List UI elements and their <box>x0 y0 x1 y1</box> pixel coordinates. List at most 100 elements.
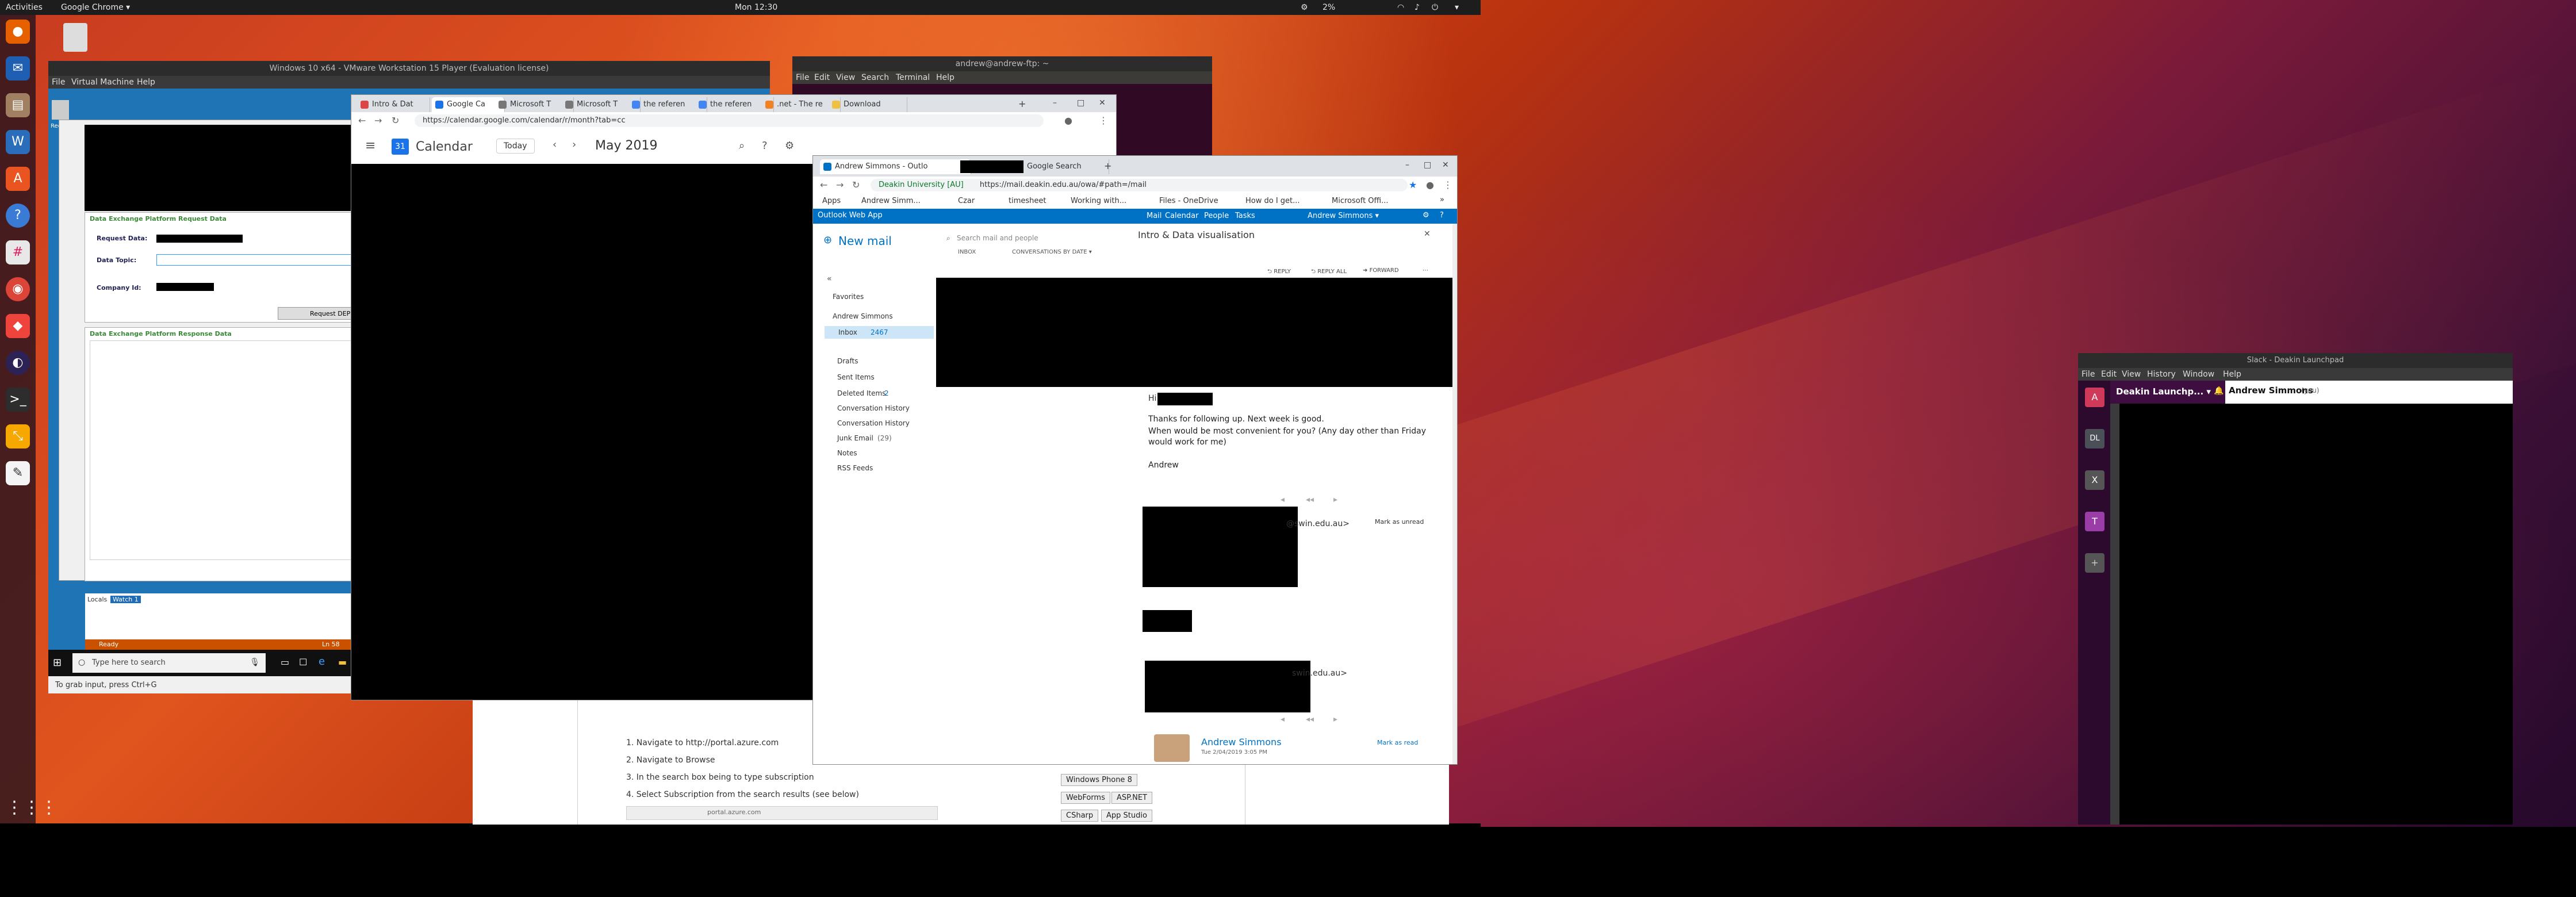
tag-webforms[interactable]: WebForms <box>1061 792 1110 804</box>
folder-sent[interactable]: Sent Items <box>837 373 875 381</box>
request-data-value[interactable] <box>156 235 243 243</box>
terminal-menu-help[interactable]: Help <box>936 73 954 82</box>
tab-calendar[interactable]: Google Ca <box>432 97 505 112</box>
sender-name[interactable]: Andrew Simmons <box>1201 737 1282 747</box>
anydesk-icon[interactable]: ◆ <box>6 314 30 338</box>
tag-aspnet[interactable]: ASP.NET <box>1111 792 1152 804</box>
owa-search-input[interactable]: Search mail and people <box>957 234 1038 242</box>
forward-arrow-icon[interactable]: ▸ <box>1333 495 1337 504</box>
reply-arrow-icon-2[interactable]: ◂ <box>1281 715 1285 724</box>
folder-inbox[interactable]: Inbox 2467 <box>825 326 934 339</box>
firefox-icon[interactable]: ● <box>6 20 30 44</box>
transform-icon[interactable]: ⤡ <box>6 424 30 448</box>
workspace-dl[interactable]: DL <box>2085 429 2104 448</box>
folder-junk[interactable]: Junk Email <box>837 434 873 442</box>
owa-settings-icon[interactable]: ⚙ <box>1423 211 1429 220</box>
next-month-icon[interactable]: › <box>572 139 576 151</box>
bookmark-onedrive[interactable]: Files - OneDrive <box>1159 197 1218 205</box>
new-tab-button[interactable]: + <box>1018 98 1026 109</box>
prev-month-icon[interactable]: ‹ <box>553 139 557 151</box>
tab-google-search[interactable]: Google Search <box>958 159 1109 174</box>
more-actions-icon[interactable]: ⋯ <box>1423 267 1428 274</box>
software-center-icon[interactable]: A <box>6 167 30 191</box>
wifi-icon[interactable]: ◠ <box>1397 3 1404 12</box>
bookmark-apps[interactable]: Apps <box>822 197 841 205</box>
app-menu[interactable]: Google Chrome ▾ <box>61 3 130 12</box>
task-view-icon[interactable]: ▭ <box>281 657 289 668</box>
libreoffice-writer-icon[interactable]: W <box>6 130 30 154</box>
power-icon[interactable]: ⏻ <box>1432 3 1438 12</box>
folder-deleted[interactable]: Deleted Items <box>837 389 885 397</box>
close-button[interactable]: ✕ <box>1442 160 1449 170</box>
slack-menu-help[interactable]: Help <box>2223 370 2241 379</box>
forward-icon[interactable]: → <box>374 115 382 126</box>
new-mail-button[interactable]: New mail <box>838 234 892 248</box>
maximize-button[interactable]: □ <box>1424 160 1431 170</box>
locals-tab[interactable]: Locals <box>87 596 107 603</box>
reply-all-arrow-icon-2[interactable]: ◂◂ <box>1306 715 1314 724</box>
forward-arrow-icon-2[interactable]: ▸ <box>1333 715 1337 724</box>
folder-conversation-2[interactable]: Conversation History <box>837 419 910 427</box>
workspace-t[interactable]: T <box>2085 512 2104 531</box>
explorer-icon[interactable]: ▬ <box>338 657 347 668</box>
outlook-address-bar[interactable]: Deakin University [AU] https://mail.deak… <box>871 179 1408 191</box>
terminal-menu-search[interactable]: Search <box>861 73 889 82</box>
slack-menu-window[interactable]: Window <box>2183 370 2214 379</box>
bookmark-timesheet[interactable]: timesheet <box>1009 197 1046 205</box>
bookmark-microsoft-office[interactable]: Microsoft Offi... <box>1332 197 1389 205</box>
recycle-bin-icon[interactable] <box>52 100 69 120</box>
tag-windows-phone[interactable]: Windows Phone 8 <box>1061 774 1137 786</box>
owa-user-menu[interactable]: Andrew Simmons ▾ <box>1308 212 1379 220</box>
new-mail-icon[interactable]: ⊕ <box>823 234 832 246</box>
bookmark-andrew[interactable]: Andrew Simm... <box>861 197 921 205</box>
menu-arrow-icon[interactable]: ▾ <box>1455 3 1459 12</box>
volume-icon[interactable]: ♪ <box>1414 3 1420 12</box>
profile-avatar[interactable]: ● <box>1064 115 1072 126</box>
folder-favorites[interactable]: Favorites <box>833 293 864 301</box>
search-icon[interactable]: ⌕ <box>739 140 745 152</box>
reply-arrow-icon[interactable]: ◂ <box>1281 495 1285 504</box>
tag-app-studio[interactable]: App Studio <box>1101 810 1152 822</box>
owa-nav-calendar[interactable]: Calendar <box>1165 212 1198 220</box>
taskbar-search[interactable]: ○ Type here to search 🎙 <box>72 653 266 673</box>
vmware-menu-help[interactable]: Help <box>137 78 155 87</box>
people-icon[interactable]: ☐ <box>299 657 307 668</box>
owa-help-icon[interactable]: ? <box>1440 211 1444 220</box>
terminal-menu-view[interactable]: View <box>836 73 855 82</box>
owa-nav-tasks[interactable]: Tasks <box>1235 212 1255 220</box>
list-header-inbox[interactable]: INBOX <box>958 249 976 255</box>
profile-avatar[interactable]: ● <box>1426 179 1434 190</box>
outlook-scrollbar[interactable] <box>1452 224 1457 764</box>
forward-icon[interactable]: → <box>836 179 844 190</box>
tab-download[interactable]: Download <box>829 97 907 112</box>
watch-tab[interactable]: Watch 1 <box>110 596 141 603</box>
help-icon[interactable]: ? <box>762 140 768 152</box>
reply-all-button[interactable]: ⮌ REPLY ALL <box>1311 267 1347 277</box>
chrome-icon[interactable]: ◉ <box>6 277 30 301</box>
close-button[interactable]: ✕ <box>1099 98 1106 108</box>
bookmark-how-do-i[interactable]: How do I get... <box>1245 197 1300 205</box>
today-button[interactable]: Today <box>496 139 535 154</box>
windows-start-icon[interactable]: ⊞ <box>53 657 62 669</box>
activities-button[interactable]: Activities <box>6 3 43 12</box>
chrome-menu-icon[interactable]: ⋮ <box>1443 179 1452 190</box>
terminal-menu-file[interactable]: File <box>796 73 809 82</box>
mark-as-unread-button[interactable]: Mark as unread <box>1375 518 1424 526</box>
slack-menu-edit[interactable]: Edit <box>2101 370 2117 379</box>
add-workspace-button[interactable]: + <box>2085 553 2104 573</box>
bookmark-star-icon[interactable]: ★ <box>1409 179 1417 190</box>
vmware-menu-file[interactable]: File <box>52 78 65 87</box>
settings-icon[interactable]: ⚙ <box>785 140 794 152</box>
maximize-button[interactable]: □ <box>1077 98 1084 108</box>
files-icon[interactable]: ▤ <box>6 93 30 117</box>
list-header-sort[interactable]: CONVERSATIONS BY DATE ▾ <box>1012 249 1092 255</box>
slack-menu-view[interactable]: View <box>2122 370 2141 379</box>
close-reading-icon[interactable]: ✕ <box>1424 229 1431 239</box>
collapse-icon[interactable]: « <box>827 274 832 283</box>
terminal-menu-terminal[interactable]: Terminal <box>896 73 930 82</box>
slack-menu-file[interactable]: File <box>2082 370 2095 379</box>
calendar-address-bar[interactable]: https://calendar.google.com/calendar/r/m… <box>415 114 1044 127</box>
workspace-x[interactable]: X <box>2085 470 2104 490</box>
reply-button[interactable]: ⮌ REPLY <box>1267 267 1291 277</box>
forward-button[interactable]: ➜ FORWARD <box>1363 267 1399 274</box>
